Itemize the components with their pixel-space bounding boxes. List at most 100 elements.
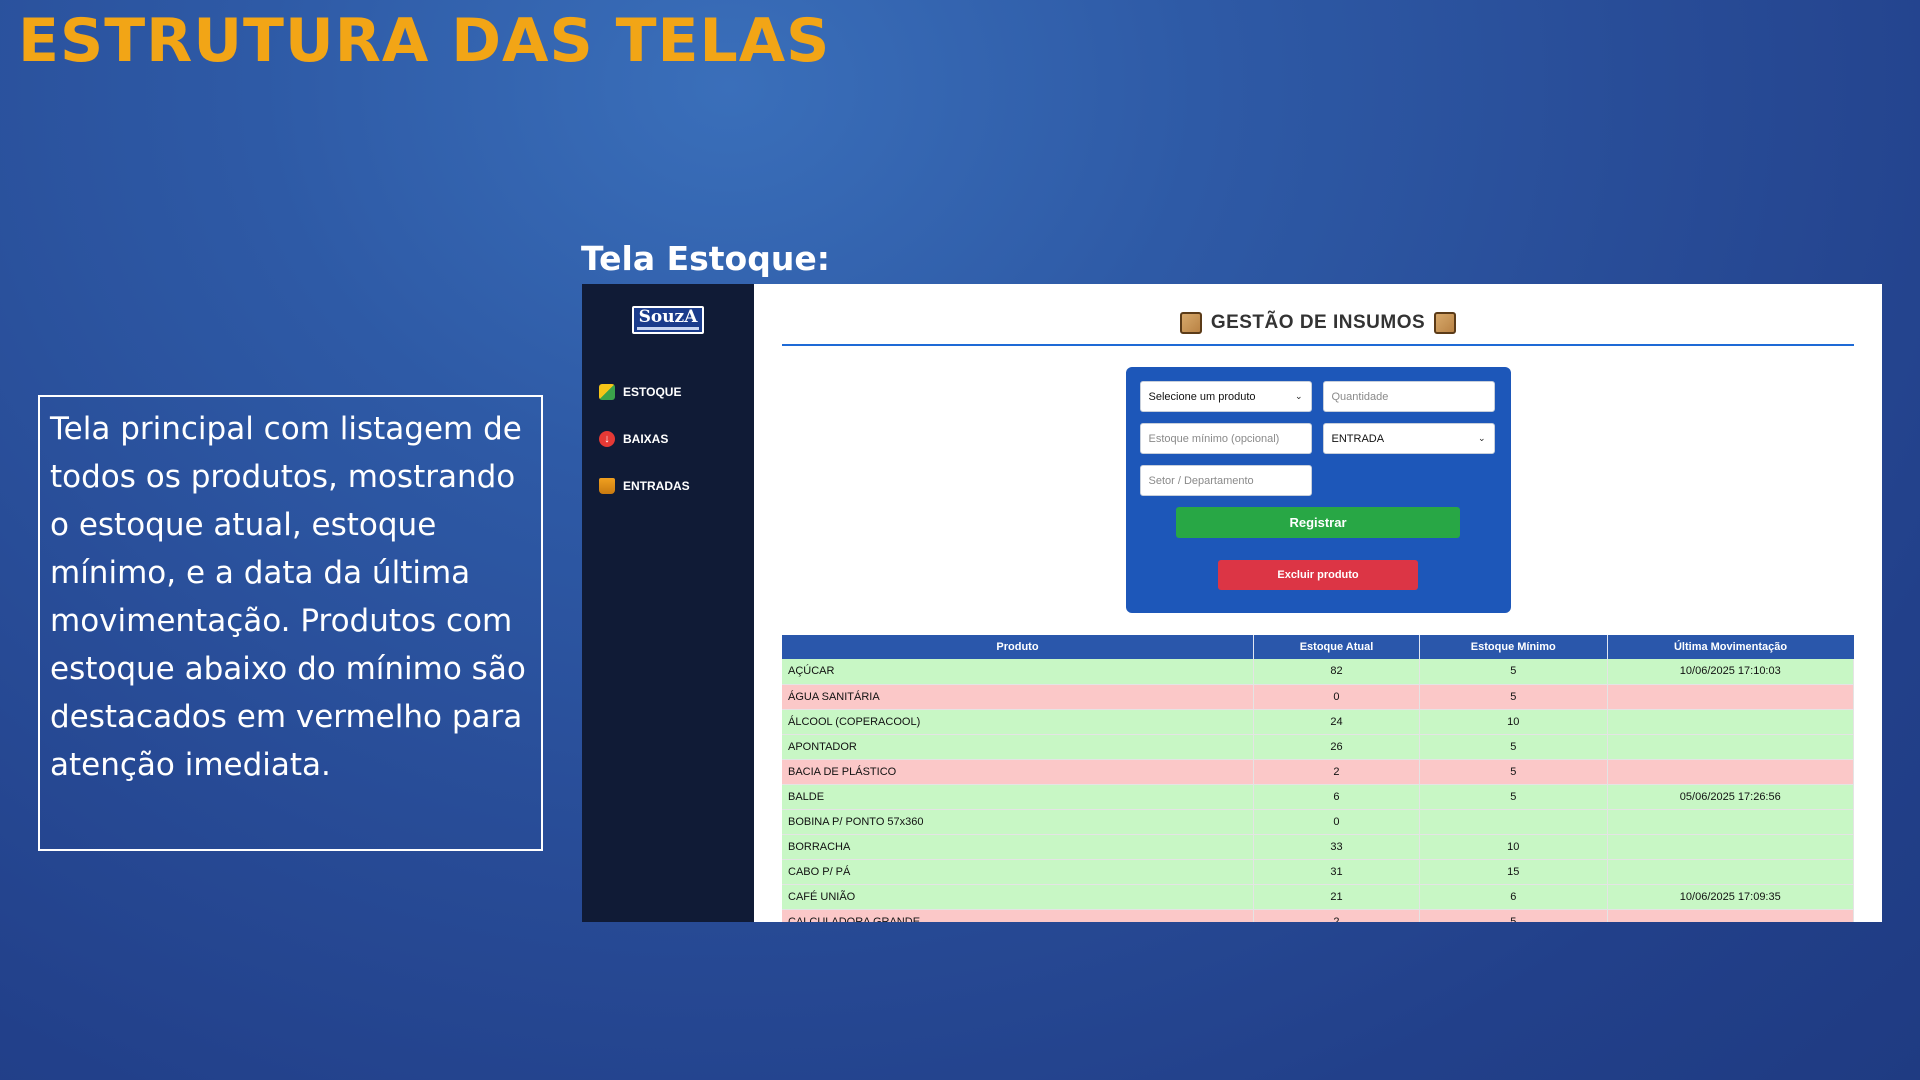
table-row[interactable]: CABO P/ PÁ 31 15: [782, 859, 1855, 885]
product-select-value: Selecione um produto: [1148, 390, 1256, 403]
app-screenshot: SouzA ESTOQUE ↓ BAIXAS ENTRADAS GESTÃO D…: [582, 284, 1882, 922]
table-cell-ultima: [1607, 809, 1855, 835]
table-cell-produto: ÁGUA SANITÁRIA: [782, 684, 1254, 710]
table-cell-minimo: 5: [1419, 734, 1608, 760]
table-cell-atual: 0: [1253, 809, 1421, 835]
box-icon: [599, 383, 615, 400]
table-cell-produto: CALCULADORA GRANDE: [782, 909, 1254, 922]
table-cell-minimo: [1419, 809, 1608, 835]
sidebar-item-entradas[interactable]: ENTRADAS: [582, 462, 754, 509]
table-cell-produto: CABO P/ PÁ: [782, 859, 1254, 885]
sidebar-item-estoque[interactable]: ESTOQUE: [582, 368, 754, 415]
table-cell-ultima: [1607, 834, 1855, 860]
table-cell-ultima: [1607, 684, 1855, 710]
sidebar: SouzA ESTOQUE ↓ BAIXAS ENTRADAS: [582, 284, 754, 922]
down-arrow-icon: ↓: [599, 430, 615, 447]
table-cell-ultima: [1607, 709, 1855, 735]
table-row[interactable]: BALDE 6 5 05/06/2025 17:26:56: [782, 784, 1855, 810]
table-cell-minimo: 5: [1419, 759, 1608, 785]
column-header-estoque-atual[interactable]: Estoque Atual: [1253, 635, 1421, 659]
table-cell-atual: 2: [1253, 909, 1421, 922]
logo-text: SouzA: [638, 307, 698, 327]
box-icon: [1179, 312, 1202, 334]
table-cell-produto: APONTADOR: [782, 734, 1254, 760]
table-row[interactable]: CAFÉ UNIÃO 21 6 10/06/2025 17:09:35: [782, 884, 1855, 910]
chevron-down-icon: ⌄: [1477, 433, 1486, 443]
sector-placeholder: Setor / Departamento: [1148, 474, 1254, 487]
table-header-row: Produto Estoque Atual Estoque Mínimo Últ…: [782, 635, 1854, 659]
description-box: Tela principal com listagem de todos os …: [38, 395, 543, 851]
table-row[interactable]: ÁLCOOL (COPERACOOL) 24 10: [782, 709, 1855, 735]
table-cell-minimo: 10: [1419, 834, 1608, 860]
sidebar-item-baixas[interactable]: ↓ BAIXAS: [582, 415, 754, 462]
min-stock-placeholder: Estoque mínimo (opcional): [1148, 432, 1280, 445]
screen-label: Tela Estoque:: [581, 239, 830, 278]
product-select[interactable]: Selecione um produto ⌄: [1139, 381, 1312, 412]
table-cell-atual: 0: [1253, 684, 1421, 710]
page-title: GESTÃO DE INSUMOS: [1210, 312, 1426, 333]
table-cell-atual: 33: [1253, 834, 1421, 860]
sidebar-item-label: ESTOQUE: [623, 384, 682, 399]
column-header-ultima-movimentacao[interactable]: Última Movimentação: [1607, 635, 1854, 659]
table-cell-ultima: [1607, 734, 1855, 760]
table-cell-minimo: 5: [1419, 784, 1608, 810]
table-cell-atual: 26: [1253, 734, 1421, 760]
table-cell-minimo: 5: [1419, 909, 1608, 922]
company-logo: SouzA: [632, 306, 704, 334]
table-cell-atual: 31: [1253, 859, 1421, 885]
table-row[interactable]: BACIA DE PLÁSTICO 2 5: [782, 759, 1855, 785]
table-cell-ultima: [1607, 909, 1855, 922]
table-cell-produto: CAFÉ UNIÃO: [782, 884, 1254, 910]
sidebar-item-label: BAIXAS: [623, 431, 669, 446]
table-cell-atual: 24: [1253, 709, 1421, 735]
table-row[interactable]: BOBINA P/ PONTO 57x360 0: [782, 809, 1855, 835]
table-row[interactable]: CALCULADORA GRANDE 2 5: [782, 909, 1855, 922]
quantity-input[interactable]: Quantidade: [1322, 381, 1495, 412]
table-row[interactable]: AÇÚCAR 82 5 10/06/2025 17:10:03: [782, 659, 1855, 685]
table-body: AÇÚCAR 82 5 10/06/2025 17:10:03 ÁGUA SANITÁR…: [782, 659, 1855, 922]
stock-table: Produto Estoque Atual Estoque Mínimo Últ…: [782, 635, 1855, 922]
table-cell-atual: 2: [1253, 759, 1421, 785]
table-cell-ultima: 10/06/2025 17:09:35: [1607, 884, 1855, 910]
table-cell-atual: 82: [1253, 659, 1421, 685]
sector-input[interactable]: Setor / Departamento: [1139, 465, 1312, 496]
table-cell-ultima: 10/06/2025 17:10:03: [1607, 659, 1855, 685]
table-cell-produto: ÁLCOOL (COPERACOOL): [782, 709, 1254, 735]
inbox-icon: [599, 477, 615, 494]
register-button[interactable]: Registrar: [1176, 507, 1460, 538]
min-stock-input[interactable]: Estoque mínimo (opcional): [1139, 423, 1312, 454]
table-cell-minimo: 10: [1419, 709, 1608, 735]
table-cell-minimo: 5: [1419, 684, 1608, 710]
column-header-produto[interactable]: Produto: [782, 635, 1254, 659]
table-cell-ultima: [1607, 859, 1855, 885]
table-cell-produto: BOBINA P/ PONTO 57x360: [782, 809, 1254, 835]
table-row[interactable]: APONTADOR 26 5: [782, 734, 1855, 760]
box-icon: [1434, 312, 1457, 334]
table-cell-produto: AÇÚCAR: [782, 659, 1254, 685]
table-cell-minimo: 15: [1419, 859, 1608, 885]
movement-type-value: ENTRADA: [1331, 432, 1385, 445]
table-cell-ultima: 05/06/2025 17:26:56: [1607, 784, 1855, 810]
table-cell-atual: 21: [1253, 884, 1421, 910]
slide-title: ESTRUTURA DAS TELAS: [18, 6, 831, 76]
main-content: GESTÃO DE INSUMOS Selecione um produto ⌄…: [754, 284, 1882, 922]
table-cell-atual: 6: [1253, 784, 1421, 810]
table-cell-produto: BACIA DE PLÁSTICO: [782, 759, 1254, 785]
table-cell-minimo: 5: [1419, 659, 1608, 685]
logo-underline: [637, 327, 699, 330]
table-cell-produto: BALDE: [782, 784, 1254, 810]
table-cell-ultima: [1607, 759, 1855, 785]
table-row[interactable]: BORRACHA 33 10: [782, 834, 1855, 860]
delete-product-button[interactable]: Excluir produto: [1218, 560, 1418, 590]
product-form: Selecione um produto ⌄ Quantidade Estoqu…: [1125, 367, 1511, 613]
column-header-estoque-minimo[interactable]: Estoque Mínimo: [1419, 635, 1608, 659]
chevron-down-icon: ⌄: [1294, 391, 1303, 401]
table-row[interactable]: ÁGUA SANITÁRIA 0 5: [782, 684, 1855, 710]
sidebar-item-label: ENTRADAS: [623, 478, 690, 493]
table-cell-minimo: 6: [1419, 884, 1608, 910]
movement-type-select[interactable]: ENTRADA ⌄: [1322, 423, 1495, 454]
page-header: GESTÃO DE INSUMOS: [782, 312, 1854, 346]
description-text: Tela principal com listagem de todos os …: [50, 411, 526, 783]
sidebar-nav: ESTOQUE ↓ BAIXAS ENTRADAS: [582, 368, 754, 509]
table-cell-produto: BORRACHA: [782, 834, 1254, 860]
